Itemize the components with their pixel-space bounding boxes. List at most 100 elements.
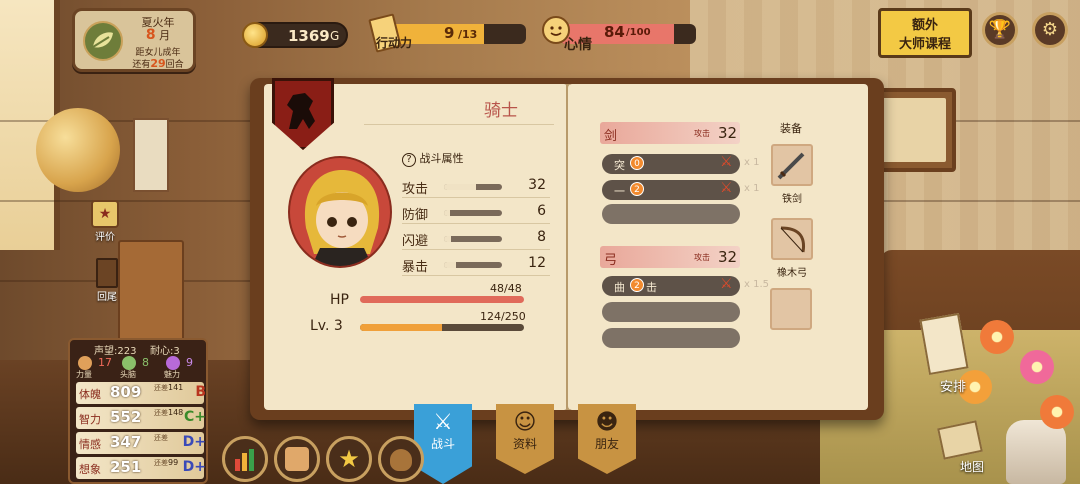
oak-bow-icon	[771, 218, 813, 260]
mood-max: /100	[626, 27, 651, 38]
bag-icon	[390, 449, 412, 471]
date-panel: 夏火年 8 月 距女儿成年 还有29回合	[72, 8, 196, 72]
skill-multiplier: x 1	[744, 183, 760, 194]
sword-skill-icon: ⚔	[720, 180, 733, 196]
crossed-swords-icon: ⚔	[433, 410, 453, 435]
skill-slot[interactable]: 突 0 ⚔ x 1	[602, 154, 759, 174]
bar-chart-icon	[235, 449, 254, 471]
attribute-need: 141	[168, 383, 184, 392]
attribute-row[interactable]: 想象 251 还差 99 D+	[76, 457, 206, 479]
daughter-avatar	[288, 156, 392, 268]
attribute-label: 智力	[79, 413, 101, 426]
sword-skill-icon: ⚔	[720, 154, 733, 170]
book-right-page: 剑 攻击 32 弓 攻击 32 装备 突 0 ⚔ x 1一 2 ⚔ x 1曲 2…	[568, 84, 868, 410]
level-label: Lv. 3	[310, 318, 343, 334]
attribute-need: 148	[168, 408, 184, 417]
combat-stat-value: 8	[537, 229, 546, 245]
iron-sword-icon	[771, 144, 813, 186]
attribute-hint: 还差	[154, 384, 168, 392]
empty-skill-slot[interactable]	[602, 302, 740, 322]
skill-level-badge: 2	[630, 278, 644, 292]
empty-skill-slot[interactable]	[602, 328, 740, 348]
review-button[interactable]: ★ 评价	[88, 200, 122, 243]
equipment-name: 铁剑	[782, 194, 802, 205]
equipment-item[interactable]: 铁剑	[768, 144, 816, 210]
exp-bar-fill	[360, 324, 442, 331]
action-label: 行动力	[376, 36, 413, 50]
combat-title: 战斗属性	[419, 152, 464, 165]
action-points: 行动力 9 /13	[368, 13, 528, 53]
skill-name: 一	[614, 185, 625, 198]
attribute-grade: C+	[183, 409, 206, 425]
mood-value: 84	[604, 23, 625, 41]
attribute-value: 809	[110, 383, 142, 401]
achievements-button[interactable]: ★	[326, 436, 372, 482]
bow-attack-value: 32	[718, 248, 738, 266]
combat-attributes-header: ? 战斗属性	[402, 150, 464, 167]
skill-level-badge: 2	[630, 182, 644, 196]
globe	[36, 108, 120, 192]
empty-equip-slot[interactable]	[770, 288, 812, 330]
skill-slot[interactable]: 一 2 ⚔ x 1	[602, 180, 759, 200]
exp-value: 124/250	[480, 310, 526, 323]
sword-skill-icon: ⚔	[720, 276, 733, 292]
knight-crest-icon	[272, 78, 334, 150]
basic-stat-label: 力量	[76, 370, 92, 379]
skill-multiplier: x 1.5	[744, 279, 769, 290]
map-label: 地图	[960, 460, 985, 474]
attribute-label: 情感	[79, 438, 101, 451]
combat-stat-label: 暴击	[402, 260, 429, 275]
attribute-row[interactable]: 情感 347 还差 D+	[76, 432, 206, 454]
skill-name: 突	[614, 159, 625, 172]
month-number: 8	[145, 27, 156, 43]
reputation: 声望:223	[94, 346, 137, 357]
tab-label: 朋友	[594, 437, 619, 451]
extra-master-course-button[interactable]: 额外 大师课程	[878, 8, 972, 58]
attribute-hint: 还差	[154, 434, 168, 442]
attribute-need: 99	[168, 458, 179, 467]
mood-label: 心情	[564, 37, 592, 53]
season-leaf-icon	[83, 21, 123, 61]
skill-name: 曲	[614, 281, 625, 294]
empty-skill-slot[interactable]	[602, 204, 740, 224]
sword-attack-label: 攻击	[694, 129, 710, 138]
flower-vase	[1006, 420, 1066, 484]
map-button[interactable]: 地图	[937, 420, 996, 476]
back-button[interactable]: 回尾	[90, 258, 124, 304]
equipment-item[interactable]: 橡木弓	[768, 218, 816, 284]
arrange-label: 安排	[940, 380, 967, 395]
skill-slot[interactable]: 曲 2 击 ⚔ x 1.5	[602, 276, 769, 296]
attribute-row[interactable]: 体魄 809 还差 141 B	[76, 382, 206, 404]
action-max: /13	[458, 28, 478, 41]
stat-icon	[166, 356, 180, 370]
combat-stat-value: 12	[528, 255, 546, 271]
friend-icon: ☻	[595, 410, 619, 435]
gold-unit: G	[330, 29, 340, 43]
attribute-row[interactable]: 智力 552 还差 148 C+	[76, 407, 206, 429]
stats-chart-button[interactable]	[222, 436, 268, 482]
sword-attack-value: 32	[718, 124, 738, 142]
equipment-name: 橡木弓	[777, 268, 807, 279]
cabinet	[118, 240, 184, 352]
attribute-label: 体魄	[79, 388, 101, 401]
hp-label: HP	[330, 292, 349, 308]
trophy-button[interactable]: 🏆	[982, 12, 1018, 48]
trophy-icon: 🏆	[988, 19, 1012, 40]
settings-button[interactable]: ⚙	[1032, 12, 1068, 48]
attribute-grade: B	[195, 384, 206, 400]
bag-button[interactable]	[378, 436, 424, 482]
character-book: 骑士 ? 战斗属性 HP 48/48 Lv. 3 124/250 攻击 32 防…	[250, 78, 884, 420]
quill-paper-icon	[919, 312, 969, 376]
help-icon[interactable]: ?	[402, 153, 416, 167]
combat-stat-row: 攻击 32	[402, 176, 552, 197]
gear-icon: ⚙	[1041, 19, 1059, 40]
review-label: 评价	[95, 232, 115, 243]
girl-face-icon: ☺	[513, 410, 537, 435]
attribute-hint: 还差	[154, 409, 168, 417]
gold-amount: 1369	[288, 27, 330, 45]
stat-icon	[122, 356, 136, 370]
arrange-button[interactable]: 安排	[918, 312, 974, 396]
bow-label: 弓	[604, 253, 618, 268]
profile-button[interactable]	[274, 436, 320, 482]
review-star-icon: ★	[91, 200, 119, 228]
